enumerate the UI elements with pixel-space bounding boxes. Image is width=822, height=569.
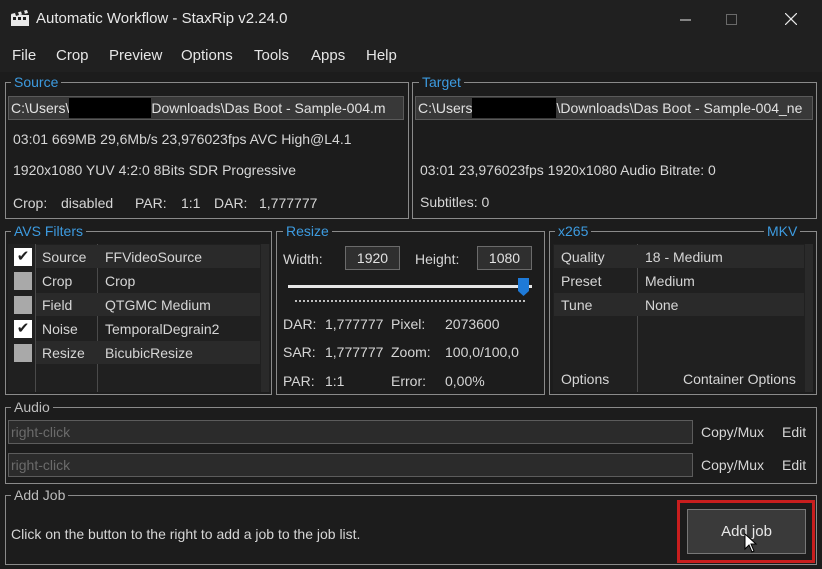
zoom-value: 100,0/100,0 xyxy=(445,344,519,360)
encoder-option-value[interactable]: Medium xyxy=(645,273,695,289)
avs-checkbox-field[interactable] xyxy=(14,296,32,314)
add-job-legend: Add Job xyxy=(11,488,69,502)
encoder-option-value[interactable]: None xyxy=(645,297,678,313)
menu-tools[interactable]: Tools xyxy=(254,47,289,64)
resize-dar-link[interactable]: DAR: xyxy=(283,316,316,332)
source-dar-link[interactable]: DAR: xyxy=(214,195,247,211)
avs-filter-value: TemporalDegrain2 xyxy=(105,321,220,337)
avs-filter-name: Field xyxy=(42,297,73,313)
minimize-icon xyxy=(679,19,691,20)
resize-legend: Resize xyxy=(283,224,332,238)
avs-filters-legend: AVS Filters xyxy=(11,224,86,238)
menu-file[interactable]: File xyxy=(12,47,36,64)
avs-checkbox-source[interactable]: ✔ xyxy=(14,248,32,266)
zoom-label: Zoom: xyxy=(391,344,431,360)
avs-filter-value: QTGMC Medium xyxy=(105,297,211,313)
audio-legend: Audio xyxy=(11,400,53,414)
target-legend: Target xyxy=(419,75,464,89)
slider-track xyxy=(288,285,532,288)
audio-track-1-copy-mux-link[interactable]: Copy/Mux xyxy=(701,424,764,440)
menu-help[interactable]: Help xyxy=(366,47,397,64)
avs-scrollbar[interactable] xyxy=(261,244,269,392)
slider-thumb[interactable] xyxy=(518,278,529,296)
resize-par-value: 1:1 xyxy=(325,373,345,389)
encoder-option-value[interactable]: 18 - Medium xyxy=(645,249,723,265)
title-bar: Automatic Workflow - StaxRip v2.24.0 xyxy=(0,0,822,38)
target-path-prefix: C:\Users xyxy=(418,100,473,116)
menu-bar: File Crop Preview Options Tools Apps Hel… xyxy=(0,38,822,72)
avs-filter-value: BicubicResize xyxy=(105,345,193,361)
avs-checkbox-noise[interactable]: ✔ xyxy=(14,320,32,338)
menu-preview[interactable]: Preview xyxy=(109,47,162,64)
avs-filter-name: Noise xyxy=(42,321,78,337)
width-input[interactable]: 1920 xyxy=(345,246,400,270)
redacted-username xyxy=(69,98,152,118)
encoder-scrollbar[interactable] xyxy=(805,244,813,392)
audio-track-2-edit-link[interactable]: Edit xyxy=(782,457,806,473)
encoder-options-link[interactable]: Options xyxy=(561,371,609,387)
clapperboard-icon xyxy=(11,10,29,26)
window-title: Automatic Workflow - StaxRip v2.24.0 xyxy=(36,10,288,27)
minimize-button[interactable] xyxy=(662,0,708,38)
error-value: 0,00% xyxy=(445,373,485,389)
avs-checkbox-resize[interactable] xyxy=(14,344,32,362)
source-par-link[interactable]: PAR: xyxy=(135,195,167,211)
source-crop-label: Crop: xyxy=(13,195,48,211)
source-info-line1: 03:01 669MB 29,6Mb/s 23,976023fps AVC Hi… xyxy=(13,131,352,147)
error-label: Error: xyxy=(391,373,426,389)
sar-label: SAR: xyxy=(283,344,316,360)
audio-track-2-copy-mux-link[interactable]: Copy/Mux xyxy=(701,457,764,473)
resize-par-link[interactable]: PAR: xyxy=(283,373,315,389)
container-options-link[interactable]: Container Options xyxy=(683,371,796,387)
target-path-suffix: \Downloads\Das Boot - Sample-004_ne xyxy=(556,100,803,116)
avs-filter-value: FFVideoSource xyxy=(105,249,203,265)
encoder-option-name: Tune xyxy=(561,297,593,313)
height-input[interactable]: 1080 xyxy=(477,246,532,270)
source-path-field[interactable]: C:\Users\ Downloads\Das Boot - Sample-004… xyxy=(8,96,404,120)
avs-filter-name: Crop xyxy=(42,273,73,289)
audio-track-2-field[interactable]: right-click xyxy=(8,453,693,477)
audio-track-1-field[interactable]: right-click xyxy=(8,420,693,444)
mouse-cursor-icon xyxy=(744,533,758,553)
audio-track-1-edit-link[interactable]: Edit xyxy=(782,424,806,440)
menu-options[interactable]: Options xyxy=(181,47,233,64)
sar-value: 1,777777 xyxy=(325,344,384,360)
pixel-label: Pixel: xyxy=(391,316,426,332)
target-info-line1: 03:01 23,976023fps 1920x1080 Audio Bitra… xyxy=(420,162,716,178)
pixel-value: 2073600 xyxy=(445,316,500,332)
source-legend: Source xyxy=(11,75,62,89)
height-label: Height: xyxy=(415,251,460,267)
close-icon xyxy=(785,13,797,25)
target-path-field[interactable]: C:\Users \Downloads\Das Boot - Sample-004… xyxy=(415,96,813,120)
close-button[interactable] xyxy=(768,0,814,38)
encoder-option-name: Quality xyxy=(561,249,605,265)
menu-apps[interactable]: Apps xyxy=(311,47,345,64)
menu-crop[interactable]: Crop xyxy=(56,47,89,64)
maximize-icon xyxy=(725,13,737,25)
redacted-username xyxy=(472,98,557,118)
add-job-hint: Click on the button to the right to add … xyxy=(11,526,361,542)
avs-filter-value: Crop xyxy=(105,273,136,289)
source-crop-value: disabled xyxy=(61,195,114,211)
avs-checkbox-crop[interactable] xyxy=(14,272,32,290)
encoder-option-name: Preset xyxy=(561,273,602,289)
container-legend[interactable]: MKV xyxy=(764,224,801,238)
source-dar-value: 1,777777 xyxy=(259,195,318,211)
resize-slider[interactable] xyxy=(288,278,532,308)
target-subtitles: Subtitles: 0 xyxy=(420,194,490,210)
slider-ticks xyxy=(295,300,525,302)
maximize-button[interactable] xyxy=(708,0,754,38)
source-info-line2: 1920x1080 YUV 4:2:0 8Bits SDR Progressiv… xyxy=(13,162,297,178)
width-label: Width: xyxy=(283,251,323,267)
source-path-prefix: C:\Users\ xyxy=(11,100,70,116)
resize-dar-value: 1,777777 xyxy=(325,316,384,332)
encoder-legend[interactable]: x265 xyxy=(555,224,592,238)
avs-filter-name: Resize xyxy=(42,345,85,361)
avs-filter-name: Source xyxy=(42,249,87,265)
source-path-suffix: Downloads\Das Boot - Sample-004.m xyxy=(151,100,386,116)
source-par-value: 1:1 xyxy=(181,195,201,211)
